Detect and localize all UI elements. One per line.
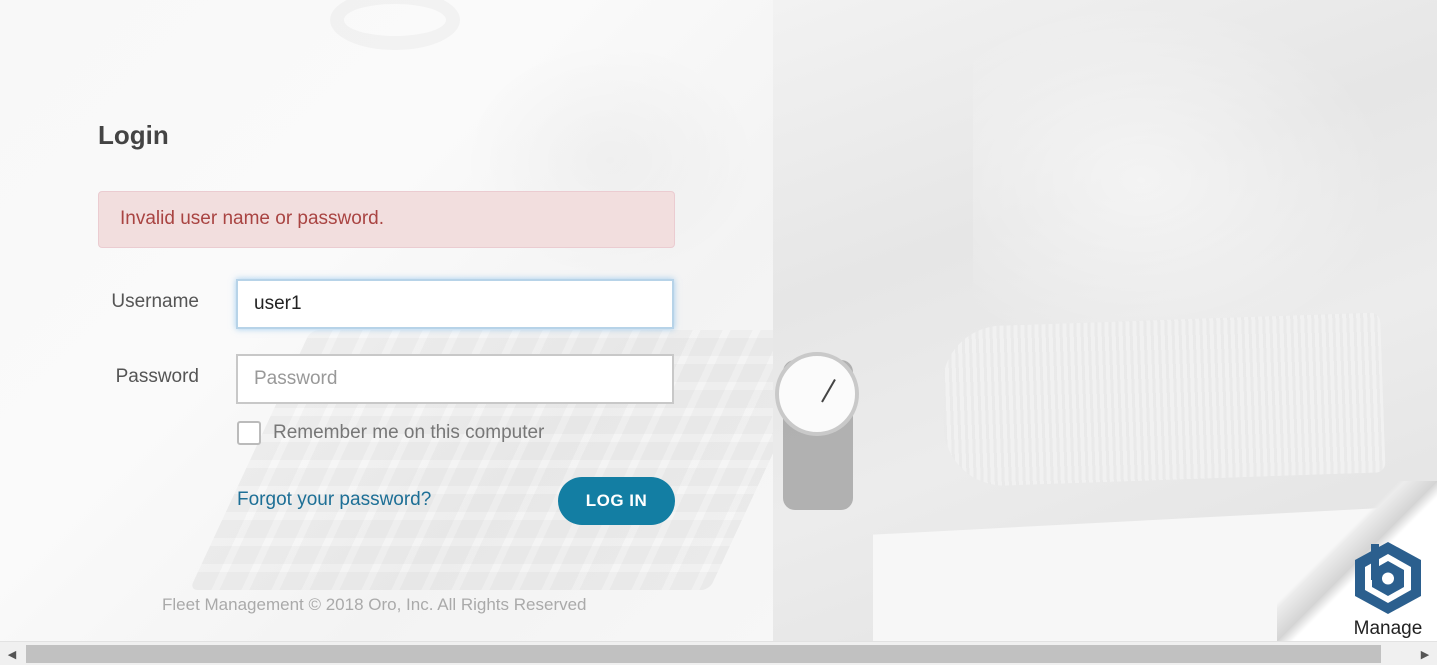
login-button[interactable]: LOG IN (558, 477, 675, 525)
background-cup (330, 0, 460, 50)
remember-me-checkbox[interactable] (237, 421, 261, 445)
password-label: Password (115, 366, 199, 387)
photo-sleeve (973, 0, 1393, 360)
photo-watch-face (775, 352, 859, 436)
password-input[interactable] (236, 354, 674, 404)
scroll-left-arrow-icon[interactable]: ◀ (0, 642, 24, 665)
scrollbar-thumb[interactable] (26, 645, 1381, 663)
hexagon-b-logo-icon (1355, 542, 1421, 614)
scroll-right-arrow-icon[interactable]: ▶ (1413, 642, 1437, 665)
login-page: Login Invalid user name or password. Use… (0, 0, 1437, 665)
horizontal-scrollbar[interactable]: ◀ ▶ (0, 641, 1437, 665)
remember-me-label[interactable]: Remember me on this computer (273, 422, 544, 444)
error-alert: Invalid user name or password. (98, 191, 675, 248)
remember-me-row[interactable]: Remember me on this computer (237, 420, 544, 446)
footer-copyright: Fleet Management © 2018 Oro, Inc. All Ri… (162, 595, 587, 614)
login-panel: Login Invalid user name or password. Use… (0, 0, 773, 641)
background-photo (773, 0, 1437, 641)
page-title: Login (98, 120, 169, 150)
brand-label: Manage (1353, 618, 1423, 639)
brand-badge: Manage (1348, 540, 1428, 640)
username-input[interactable] (236, 279, 674, 329)
username-label: Username (111, 291, 199, 312)
watch-hand (821, 378, 836, 403)
photo-sweater-cuff (940, 312, 1386, 488)
forgot-password-link[interactable]: Forgot your password? (237, 489, 431, 511)
